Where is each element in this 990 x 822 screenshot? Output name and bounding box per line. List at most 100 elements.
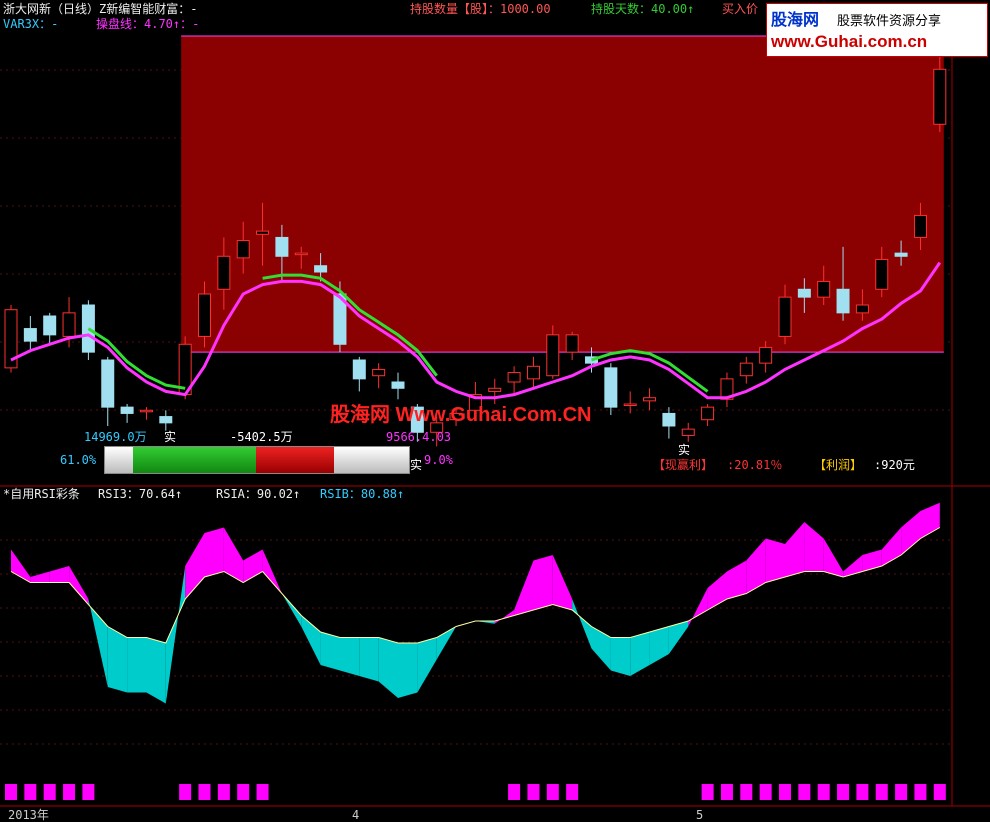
var3x-label: VAR3X：- [3,17,59,31]
current-profit-value: :20.81％ [727,458,783,472]
candle-body [236,240,250,259]
bar-white-left [105,447,133,473]
candle-body [797,288,811,298]
rsi-fill [591,626,611,671]
color-strip-block [546,784,559,800]
candle-body [759,346,773,364]
watermark: 股海网 Www.Guhai.Com.CN [330,404,592,426]
color-strip-block [759,784,772,800]
rsi-fill [727,560,747,599]
candle-body [391,381,405,389]
capital-flow-bar [104,446,410,474]
rsi-fill [301,615,321,665]
bar-green [133,447,256,473]
rsi-fill [340,637,360,676]
chart-window: 浙大网新（日线）Z新编智能财富：- 持股数量【股】：1000.00 持股天数：4… [0,0,990,822]
color-strip-block [82,784,95,800]
color-strip-block [527,784,540,800]
candle-body [623,403,637,406]
value-3: 9566.4.03 [386,430,452,444]
rsi-fill [785,522,805,577]
buy-price: 买入价 [722,2,759,16]
rsi-fill [746,538,766,594]
rsi-fill [533,555,553,610]
candle-body [159,416,173,424]
color-strip-block [198,784,211,800]
candle-body [604,367,618,408]
rsi-fill [281,593,302,627]
rsi-fill [901,511,921,555]
color-strip-block [5,784,17,800]
candle-body [217,255,231,290]
candle-body [372,368,386,377]
rsi-fill [417,637,437,693]
value-1: 14969.0万 [84,430,147,444]
candle-body [275,236,289,257]
holding-zone [181,36,944,353]
color-strip-block [837,784,850,800]
color-strip-block [237,784,250,800]
current-profit-label: 【现赢利】 [653,458,714,472]
color-strip-block [933,784,946,800]
shi-glyph-3: 实 [678,443,691,457]
rsi-fill [688,588,708,627]
candle-body [120,406,134,414]
brand-logo: 股海网 股票软件资源分享 www.Guhai.com.cn [766,3,988,57]
brand-name: 股海网 [771,12,820,29]
rsi-fill [88,599,108,687]
candle-body [894,252,908,257]
candle-body [23,328,37,342]
color-strip-block [720,784,733,800]
rsi-fill [165,566,186,704]
rsia-label: RSIA：90.02↑ [216,487,301,501]
candle-body [546,334,560,377]
candle-body [198,293,211,337]
holding-qty: 持股数量【股】：1000.00 [410,2,551,16]
color-strip-block [179,784,192,800]
candle-body [256,230,270,235]
rsi-fill [223,527,244,583]
rsi-fill [378,637,398,698]
rsi-fill [359,637,379,682]
rsi-fill [146,637,166,704]
rsi-fill [30,571,50,583]
shi-glyph-2: 实 [410,458,423,472]
x-label-4: 4 [352,808,360,822]
rsib-label: RSIB：80.88↑ [320,487,405,501]
rsi-fill [514,560,534,616]
candle-body [314,265,328,273]
candle-body [855,304,869,314]
candle-body [817,280,831,298]
color-strip-block [217,784,230,800]
color-strip-block [875,784,888,800]
pct-left: 61.0% [60,453,97,467]
candle-body [139,409,153,413]
rsi-fill [204,527,224,577]
profit-label: 【利润】 [814,458,863,472]
color-strip-block [508,784,521,800]
color-strip-block [895,784,908,800]
candle-body [701,406,715,421]
color-strip-block [63,784,76,800]
candle-body [352,359,366,380]
color-strip-block [566,784,579,800]
candle-body [643,397,657,402]
color-strip-block [740,784,753,800]
rsi-fill [610,637,631,676]
candle-body [488,387,502,392]
color-strip-block [779,784,791,800]
rsi-indicator-name: *自用RSI彩条 [3,487,80,501]
rsi-fill [398,643,418,698]
color-strip-block [43,784,56,800]
color-strip-block [817,784,830,800]
rsi-fill [127,637,147,693]
x-label-5: 5 [696,808,704,822]
candle-body [836,288,850,314]
rsi-fill [552,555,573,610]
rsi-fill [262,549,282,594]
candle-body [526,365,540,380]
rsi-fill [320,632,340,671]
profit-value: :920元 [874,458,915,472]
pct-right: 9.0% [424,453,453,467]
shi-glyph-1: 实 [164,430,177,444]
